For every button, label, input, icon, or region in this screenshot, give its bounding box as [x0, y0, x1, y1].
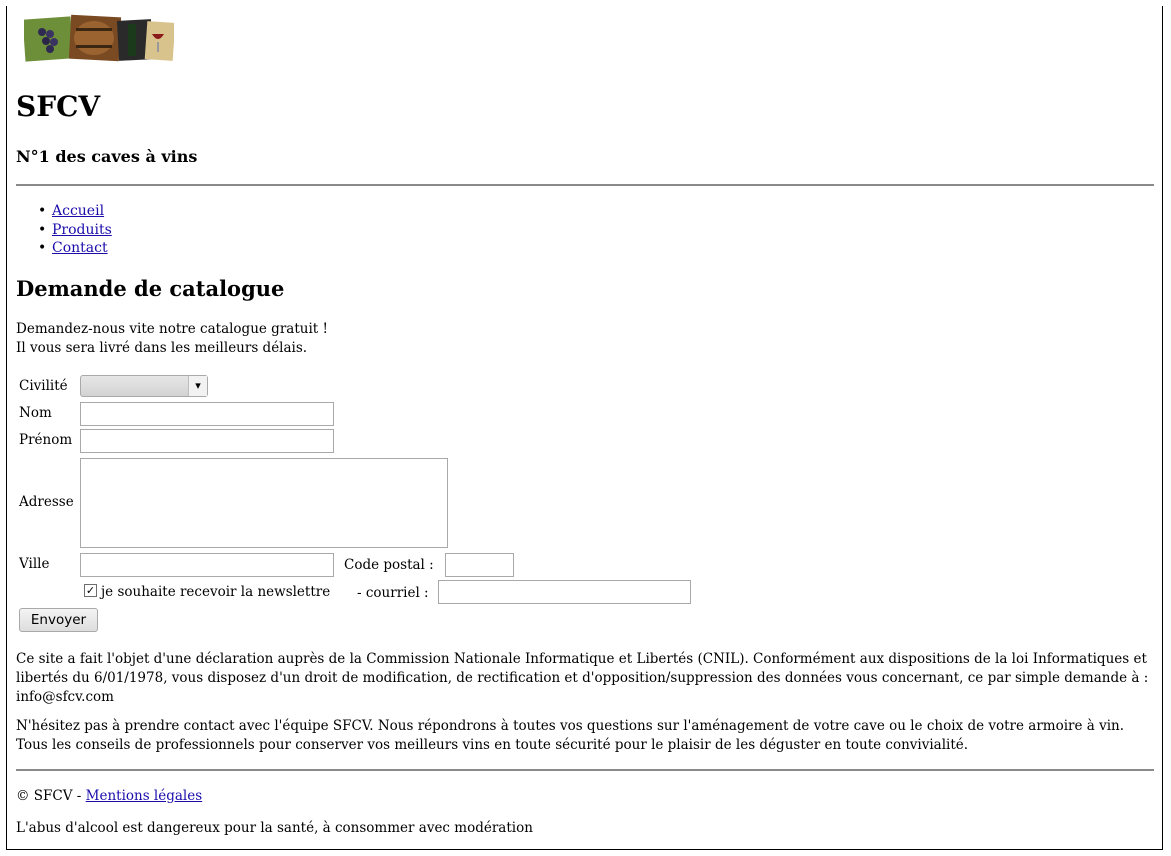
nav-link-accueil[interactable]: Accueil — [52, 203, 104, 219]
envoyer-button[interactable]: Envoyer — [19, 608, 98, 632]
ville-label: Ville — [19, 556, 50, 572]
nav-item-contact: Contact — [36, 239, 112, 258]
page-title: Demande de catalogue — [16, 276, 285, 301]
alcohol-warning: L'abus d'alcool est dangereux pour la sa… — [16, 820, 533, 836]
site-title: SFCV — [16, 90, 101, 123]
code-postal-label: Code postal : — [344, 557, 434, 573]
mentions-legales-link[interactable]: Mentions légales — [86, 788, 203, 804]
adresse-label: Adresse — [19, 494, 74, 510]
nav-item-produits: Produits — [36, 221, 112, 240]
nav-link-contact[interactable]: Contact — [52, 240, 108, 256]
checkmark-icon: ✓ — [85, 584, 96, 597]
nav-link-produits[interactable]: Produits — [52, 222, 112, 238]
footer-divider — [16, 769, 1154, 771]
cnil-notice: Ce site a fait l'objet d'une déclaration… — [16, 651, 1149, 705]
code-postal-input[interactable] — [445, 553, 514, 577]
contact-paragraph: N'hésitez pas à prendre contact avec l'é… — [16, 718, 1125, 753]
nav-item-accueil: Accueil — [36, 202, 112, 221]
prenom-label: Prénom — [19, 432, 73, 448]
ville-input[interactable] — [80, 553, 334, 577]
site-tagline: N°1 des caves à vins — [16, 147, 198, 166]
prenom-input[interactable] — [80, 429, 334, 453]
header-divider — [16, 184, 1154, 186]
intro-line-2: Il vous sera livré dans les meilleurs dé… — [16, 340, 308, 356]
copyright-text: © SFCV - — [16, 788, 82, 804]
adresse-textarea[interactable] — [80, 458, 448, 548]
newsletter-label: je souhaite recevoir la newslettre — [101, 584, 331, 600]
intro-text: Demandez-nous vite notre catalogue gratu… — [16, 320, 328, 358]
wine-collage-logo — [24, 14, 174, 62]
select-arrow-icon: ▾ — [188, 376, 207, 396]
civilite-label: Civilité — [19, 378, 68, 394]
newsletter-checkbox[interactable]: ✓ — [84, 584, 97, 597]
footer-copyright: © SFCV - Mentions légales — [16, 788, 202, 804]
nom-input[interactable] — [80, 402, 334, 426]
intro-line-1: Demandez-nous vite notre catalogue gratu… — [16, 321, 328, 337]
courriel-input[interactable] — [438, 580, 691, 604]
main-nav: Accueil Produits Contact — [36, 202, 112, 258]
courriel-label: - courriel : — [357, 585, 429, 601]
civilite-select[interactable]: ▾ — [80, 375, 208, 397]
nom-label: Nom — [19, 405, 52, 421]
